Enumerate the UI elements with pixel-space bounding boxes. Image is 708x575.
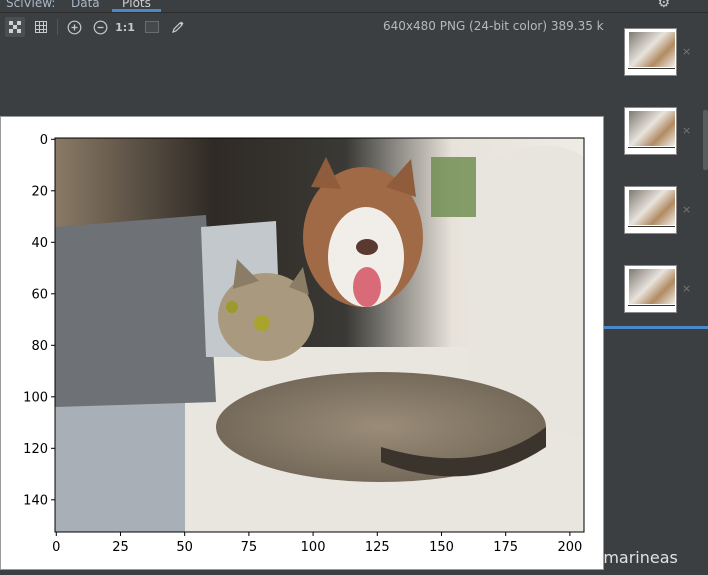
x-axis: 0 25 50 75 100 125 150 175 200 [52, 532, 582, 555]
y-tick-label: 140 [23, 493, 48, 508]
watermark-text: CSDN @supmarineas [508, 548, 678, 567]
plots-thumbnail-panel: × × × × [604, 14, 708, 575]
plot-thumbnail[interactable] [624, 28, 677, 76]
x-tick-label: 75 [241, 540, 258, 555]
y-tick-label: 120 [23, 442, 48, 457]
thumbnail-image [629, 190, 675, 225]
background-icon[interactable] [142, 17, 162, 37]
y-tick-label: 60 [31, 287, 48, 302]
image-info-text: 640x480 PNG (24-bit color) 389.35 kB [383, 19, 612, 33]
grid-icon[interactable] [31, 17, 51, 37]
thumbnail-scrollbar[interactable] [703, 110, 708, 170]
plot-thumbnail[interactable] [624, 107, 677, 155]
close-icon[interactable]: × [682, 45, 691, 58]
close-icon[interactable]: × [682, 124, 691, 137]
photo-cat-and-dog [55, 138, 584, 532]
fit-to-window-icon[interactable] [5, 17, 25, 37]
y-tick-label: 80 [31, 339, 48, 354]
thumbnail-axis [628, 305, 675, 306]
tab-plots[interactable]: Plots [112, 0, 161, 12]
thumbnail-axis [628, 147, 675, 148]
x-tick-label: 100 [301, 540, 326, 555]
plot-image-panel[interactable]: 0 20 40 60 80 100 120 140 0 25 50 75 100 125 150 175 20… [0, 116, 604, 570]
color-picker-icon[interactable] [168, 17, 188, 37]
thumbnail-image [629, 269, 675, 304]
y-tick-label: 0 [40, 133, 48, 148]
thumbnail-image [629, 32, 675, 67]
actual-size-icon[interactable]: 1:1 [115, 17, 135, 37]
y-tick-label: 40 [31, 236, 48, 251]
zoom-in-icon[interactable] [64, 17, 84, 37]
plot-thumbnail[interactable] [624, 265, 677, 313]
plot-thumbnail[interactable] [624, 186, 677, 234]
y-tick-label: 20 [31, 184, 48, 199]
x-tick-label: 150 [429, 540, 454, 555]
x-tick-label: 25 [112, 540, 129, 555]
thumbnail-axis [628, 68, 675, 69]
toolbar-separator [57, 19, 58, 35]
zoom-out-icon[interactable] [90, 17, 110, 37]
close-icon[interactable]: × [682, 282, 691, 295]
y-tick-label: 100 [23, 390, 48, 405]
x-tick-label: 50 [176, 540, 193, 555]
gear-icon[interactable]: ⚙ [657, 0, 670, 11]
tab-sciview[interactable]: SciView: [6, 0, 55, 12]
tool-window-tabbar: SciView: Data Plots ⚙ [0, 0, 708, 13]
selected-thumbnail-indicator [604, 326, 708, 329]
thumbnail-image [629, 111, 675, 146]
close-icon[interactable]: × [682, 203, 691, 216]
thumbnail-axis [628, 226, 675, 227]
imshow-plot: 020406080100120140 0 25 50 75 100 125 150 175 20… [23, 133, 585, 555]
y-axis: 0 20 40 60 80 100 120 140 [23, 133, 55, 508]
x-tick-label: 0 [52, 540, 60, 555]
tab-data[interactable]: Data [71, 0, 100, 12]
x-tick-label: 125 [365, 540, 390, 555]
